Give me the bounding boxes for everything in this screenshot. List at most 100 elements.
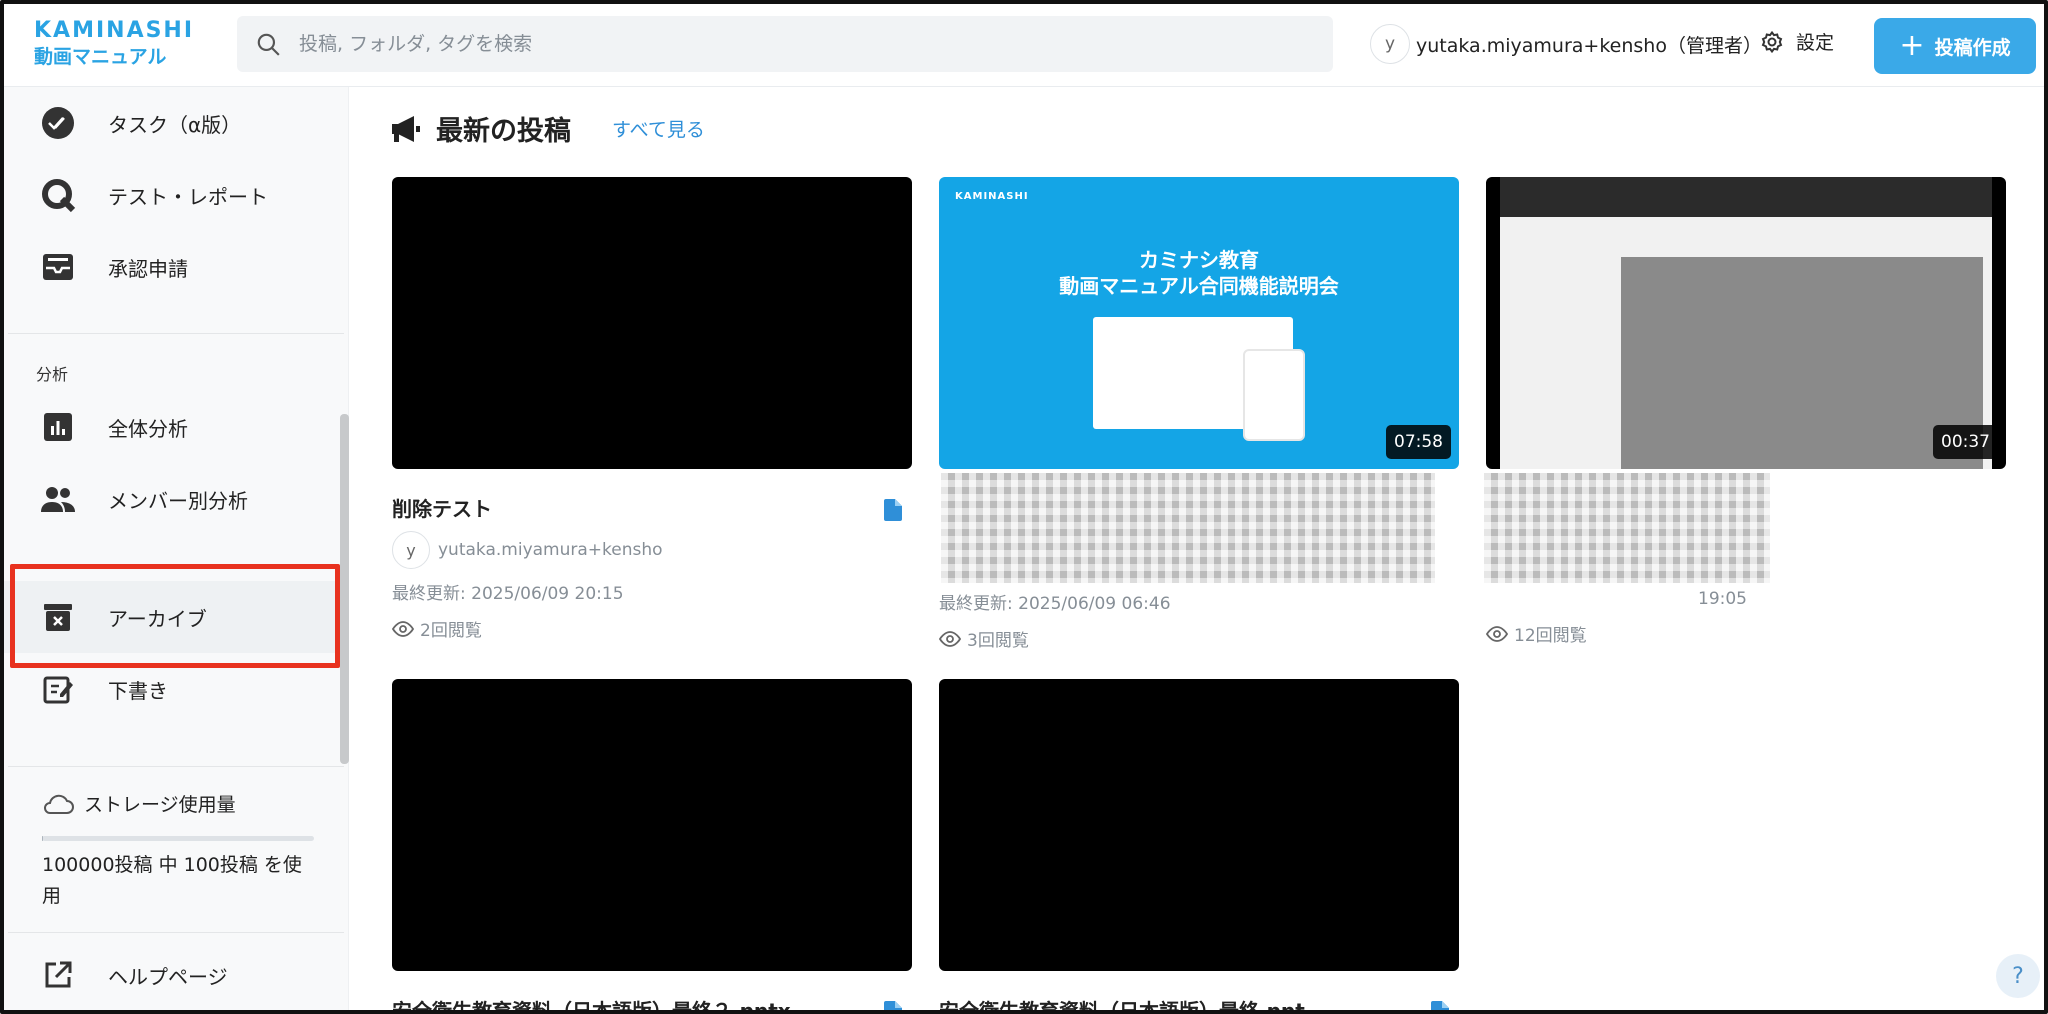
sidebar-divider: [8, 766, 344, 767]
edit-note-icon: [40, 671, 76, 707]
post-author: y yutaka.miyamura+kensho: [392, 531, 912, 569]
analytics-section-label: 分析: [36, 365, 69, 384]
capture-video-frame: [1621, 257, 1983, 469]
sidebar-item-overall-analytics[interactable]: 全体分析: [4, 391, 344, 463]
gear-icon: [1761, 30, 1783, 53]
sidebar-item-label: タスク（α版）: [108, 112, 242, 137]
sidebar: タスク（α版） テスト・レポート 承認申請 分析 全体分析 メンバー別分析 アー…: [4, 87, 349, 1010]
video-thumbnail[interactable]: [392, 177, 912, 469]
view-count: 3回閲覧: [967, 631, 1029, 651]
search-box[interactable]: [237, 16, 1333, 72]
slide-tablet-mockup: [1243, 349, 1305, 441]
sidebar-item-label: ヘルプページ: [108, 964, 228, 989]
document-icon: [884, 499, 902, 521]
people-icon: [40, 481, 76, 517]
post-views: 12回閲覧: [1486, 621, 1747, 646]
view-count: 12回閲覧: [1514, 626, 1587, 646]
settings-label: 設定: [1796, 32, 1835, 54]
video-thumbnail[interactable]: [392, 679, 912, 971]
slide-brand-logo: KAMINASHI: [955, 191, 1029, 202]
bar-chart-icon: [40, 409, 76, 445]
plus-icon: +: [1899, 28, 1925, 63]
sidebar-item-label: 承認申請: [108, 256, 188, 281]
cloud-icon: [44, 794, 74, 814]
sidebar-item-tasks[interactable]: タスク（α版）: [4, 87, 344, 159]
sidebar-divider: [8, 333, 344, 334]
video-thumbnail[interactable]: 00:37: [1486, 177, 2006, 469]
storage-usage-text: 100000投稿 中 100投稿 を使用: [42, 854, 302, 907]
post-card[interactable]: 削除テスト y yutaka.miyamura+kensho 最終更新: 202…: [392, 177, 912, 641]
post-card[interactable]: 安全衛生教育資料（日本語版）最終.ppt: [939, 679, 1459, 1010]
sidebar-item-tests-reports[interactable]: テスト・レポート: [4, 159, 344, 231]
top-header: KAMINASHI 動画マニュアル y yutaka.miyamura+kens…: [4, 4, 2044, 87]
view-count: 2回閲覧: [420, 621, 482, 641]
post-updated: 最終更新: 2025/06/09 06:46: [939, 594, 1171, 614]
app-window: KAMINASHI 動画マニュアル y yutaka.miyamura+kens…: [0, 0, 2048, 1014]
sidebar-item-label: メンバー別分析: [108, 488, 248, 513]
user-menu[interactable]: y yutaka.miyamura+kensho（管理者）: [1370, 24, 1762, 64]
sidebar-item-approvals[interactable]: 承認申請: [4, 231, 344, 303]
author-name: yutaka.miyamura+kensho: [438, 540, 663, 560]
sidebar-item-label: 全体分析: [108, 416, 188, 441]
archive-icon: [40, 599, 76, 635]
main-content: 最新の投稿 すべて見る 削除テスト y yutaka.miyamura+kens…: [350, 87, 2044, 1010]
help-chat-button[interactable]: ?: [1996, 954, 2040, 998]
user-name: yutaka.miyamura+kensho（管理者）: [1416, 34, 1762, 57]
post-card[interactable]: 00:37 19:05 12回閲覧: [1484, 177, 2006, 646]
q-icon: [40, 177, 76, 213]
post-views: 2回閲覧: [392, 616, 912, 641]
screen-capture-window: [1500, 177, 1992, 469]
search-input[interactable]: [299, 33, 1259, 55]
post-title[interactable]: 削除テスト: [392, 493, 912, 521]
duration-badge: 00:37: [1933, 425, 1998, 459]
document-icon: [1431, 1001, 1449, 1010]
latest-posts-header: 最新の投稿: [390, 109, 571, 148]
video-thumbnail[interactable]: [939, 679, 1459, 971]
sidebar-item-label: テスト・レポート: [108, 184, 268, 209]
sidebar-item-archive[interactable]: アーカイブ: [4, 581, 344, 653]
external-link-icon: [40, 957, 76, 993]
video-thumbnail[interactable]: KAMINASHI カミナシ教育 動画マニュアル合同機能説明会 07:58: [939, 177, 1459, 469]
page-title: 最新の投稿: [436, 116, 571, 147]
eye-icon: [1486, 625, 1508, 642]
sidebar-divider: [8, 932, 344, 933]
sidebar-item-label: アーカイブ: [108, 606, 207, 631]
search-icon: [257, 33, 280, 56]
storage-usage-label: ストレージ使用量: [84, 794, 236, 816]
avatar: y: [392, 531, 430, 569]
slide-headline-line: カミナシ教育: [1139, 248, 1259, 272]
sidebar-item-help[interactable]: ヘルプページ: [4, 939, 344, 1010]
see-all-link[interactable]: すべて見る: [612, 115, 705, 142]
eye-icon: [392, 620, 414, 637]
slide-headline: カミナシ教育 動画マニュアル合同機能説明会: [939, 247, 1459, 299]
duration-badge: 07:58: [1386, 425, 1451, 459]
sidebar-item-drafts[interactable]: 下書き: [4, 653, 344, 725]
document-icon: [884, 1001, 902, 1010]
kaminashi-logo[interactable]: KAMINASHI 動画マニュアル: [34, 18, 194, 70]
logo-wordmark: KAMINASHI: [34, 18, 195, 43]
inbox-icon: [40, 249, 76, 285]
storage-progress-bar: [42, 836, 314, 841]
settings-button[interactable]: 設定: [1760, 28, 1834, 55]
sidebar-item-member-analytics[interactable]: メンバー別分析: [4, 463, 344, 535]
post-card[interactable]: 安全衛生教育資料（日本語版）最終２.pptx: [392, 679, 912, 1010]
avatar: y: [1370, 24, 1410, 64]
redacted-title-area: [1484, 473, 1770, 583]
redacted-title-area: [941, 473, 1435, 583]
post-updated: 最終更新: 2025/06/09 20:15: [392, 584, 624, 604]
post-title[interactable]: 安全衛生教育資料（日本語版）最終.ppt: [939, 995, 1459, 1010]
sidebar-scrollbar[interactable]: [340, 414, 349, 764]
slide-headline-line: 動画マニュアル合同機能説明会: [1059, 274, 1339, 298]
post-card[interactable]: KAMINASHI カミナシ教育 動画マニュアル合同機能説明会 07:58 最終…: [939, 177, 1459, 651]
megaphone-icon: [392, 115, 420, 142]
logo-subtitle: 動画マニュアル: [34, 46, 167, 68]
double-check-icon: [40, 105, 76, 141]
eye-icon: [939, 630, 961, 647]
storage-usage-title: ストレージ使用量: [42, 790, 236, 817]
post-updated: 19:05: [1698, 589, 1747, 609]
sidebar-item-label: 下書き: [108, 678, 168, 703]
capture-toolbar: [1500, 177, 1992, 217]
post-title[interactable]: 安全衛生教育資料（日本語版）最終２.pptx: [392, 995, 912, 1010]
create-post-button[interactable]: + 投稿作成: [1874, 18, 2036, 74]
post-views: 3回閲覧: [939, 626, 1171, 651]
